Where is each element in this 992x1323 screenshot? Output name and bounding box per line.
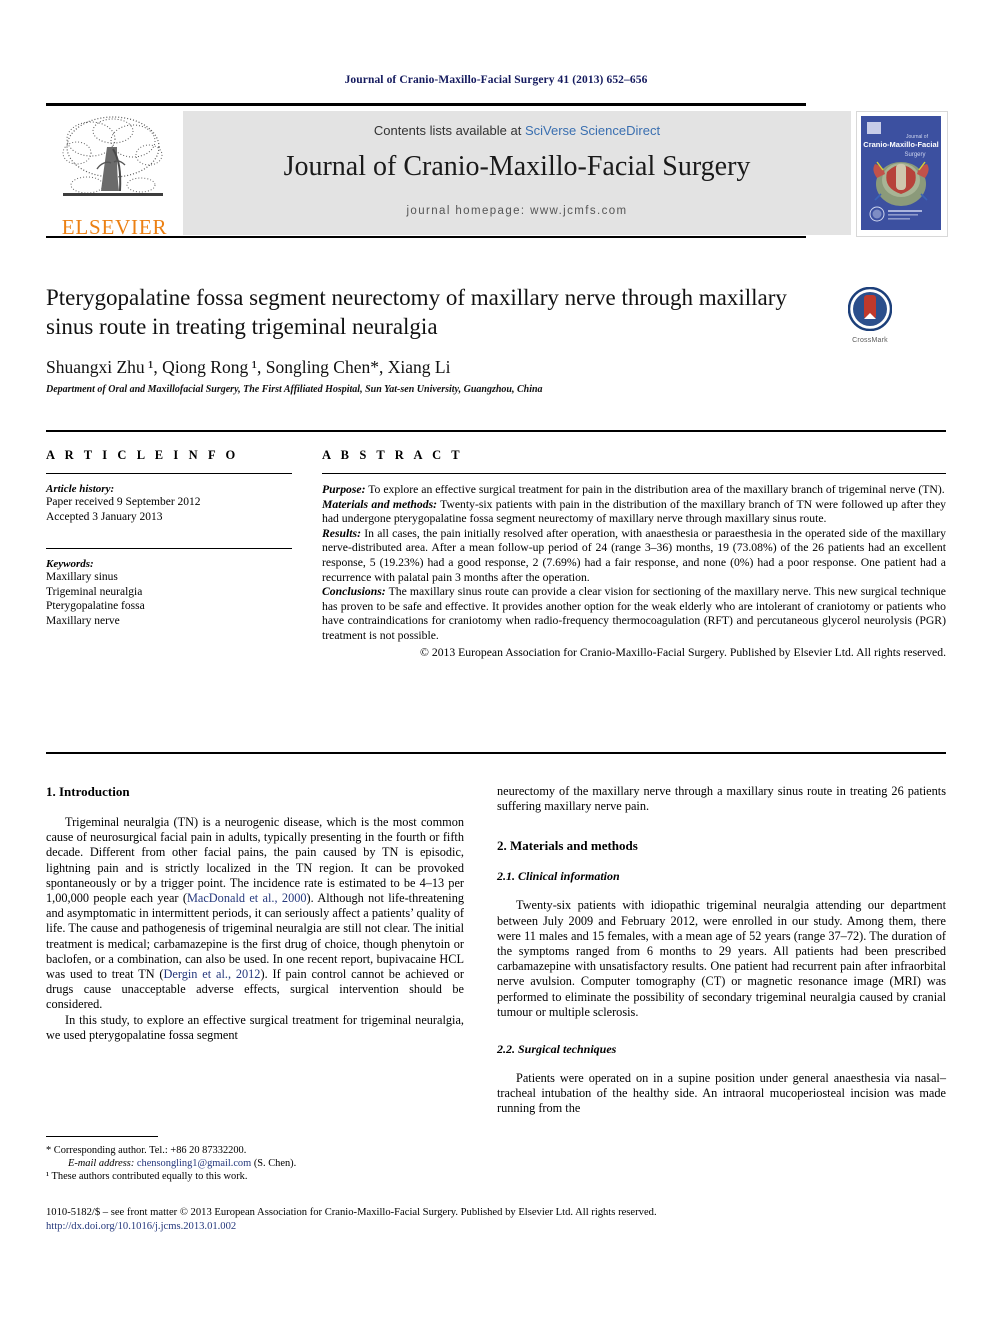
footnote-corresponding-author: * Corresponding author. Tel.: +86 20 873…	[46, 1145, 247, 1156]
paper-page: Journal of Cranio-Maxillo-Facial Surgery…	[0, 0, 992, 1323]
journal-homepage-link[interactable]: journal homepage: www.jcmfs.com	[183, 205, 851, 217]
crossmark-badge[interactable]: CrossMark	[839, 286, 901, 349]
heading-materials-methods: 2. Materials and methods	[497, 838, 638, 854]
body-column-right: neurectomy of the maxillary nerve throug…	[497, 784, 946, 1117]
article-history-label: Article history:	[46, 483, 115, 495]
abstract-block: A B S T R A C T Purpose: To explore an e…	[322, 448, 946, 660]
contents-available-line: Contents lists available at SciVerse Sci…	[183, 123, 851, 138]
keyword-item: Trigeminal neuralgia	[46, 585, 143, 598]
keyword-item: Maxillary sinus	[46, 571, 118, 583]
author-list: Shuangxi Zhu ¹, Qiong Rong ¹, Songling C…	[46, 357, 901, 378]
abstract-copyright: © 2013 European Association for Cranio-M…	[420, 645, 946, 659]
abstract-purpose: Purpose: To explore an effective surgica…	[322, 483, 946, 498]
intro-continuation: neurectomy of the maxillary nerve throug…	[497, 784, 946, 814]
footnote-email: E-mail address: chensongling1@gmail.com …	[46, 1157, 464, 1170]
keyword-item: Maxillary nerve	[46, 614, 120, 627]
heading-introduction: 1. Introduction	[46, 784, 130, 799]
footnote-equal-contribution: ¹ These authors contributed equally to t…	[46, 1171, 248, 1182]
article-info-block: A R T I C L E I N F O Article history: P…	[46, 448, 292, 628]
keywords-label: Keywords:	[46, 558, 94, 570]
intro-paragraph-2: In this study, to explore an effective s…	[46, 1012, 464, 1042]
sciencedirect-link[interactable]: SciVerse ScienceDirect	[525, 123, 660, 138]
footnote-rule	[46, 1136, 158, 1137]
keyword-item: Pterygopalatine fossa	[46, 600, 145, 612]
front-matter-line: 1010-5182/$ – see front matter © 2013 Eu…	[46, 1207, 657, 1218]
abstract-results: Results: In all cases, the pain initiall…	[322, 527, 946, 585]
heading-surgical-techniques: 2.2. Surgical techniques	[497, 1042, 617, 1057]
doi-link[interactable]: http://dx.doi.org/10.1016/j.jcms.2013.01…	[46, 1220, 946, 1234]
abstract-bottom-rule	[46, 752, 946, 754]
abstract-results-label: Results:	[322, 526, 361, 540]
abstract-results-text: In all cases, the pain initially resolve…	[322, 526, 946, 584]
journal-title: Journal of Cranio-Maxillo-Facial Surgery	[283, 151, 751, 182]
bottom-copyright-block: 1010-5182/$ – see front matter © 2013 Eu…	[46, 1206, 946, 1234]
info-divider-2	[46, 548, 292, 549]
masthead-top-rule	[46, 103, 806, 106]
abstract-materials: Materials and methods: Twenty-six patien…	[322, 498, 946, 527]
history-accepted: Accepted 3 January 2013	[46, 510, 163, 523]
authors-text: Shuangxi Zhu ¹, Qiong Rong ¹, Songling C…	[46, 357, 451, 377]
abstract-materials-label: Materials and methods:	[322, 497, 438, 511]
elsevier-logo: ELSEVIER	[46, 111, 181, 239]
abstract-purpose-label: Purpose:	[322, 483, 366, 496]
running-head: Journal of Cranio-Maxillo-Facial Surgery…	[344, 74, 648, 86]
svg-text:Surgery: Surgery	[904, 152, 925, 158]
journal-cover-image: Journal of Cranio-Maxillo-Facial Surgery	[861, 116, 941, 230]
article-info-heading: A R T I C L E I N F O	[46, 448, 239, 462]
citation-dergin[interactable]: Dergin et al., 2012	[164, 967, 261, 981]
masthead-panel: Contents lists available at SciVerse Sci…	[183, 111, 851, 235]
abstract-top-rule	[46, 430, 946, 432]
abstract-conclusions-text: The maxillary sinus route can provide a …	[322, 585, 946, 642]
abstract-conclusions: Conclusions: The maxillary sinus route c…	[322, 585, 946, 643]
footnote-block: * Corresponding author. Tel.: +86 20 873…	[46, 1136, 464, 1183]
body-column-left: 1. Introduction Trigeminal neuralgia (TN…	[46, 784, 464, 1043]
affiliation: Department of Oral and Maxillofacial Sur…	[46, 384, 543, 395]
info-divider-1	[46, 473, 292, 474]
intro-paragraph-1: Trigeminal neuralgia (TN) is a neurogeni…	[46, 815, 464, 1013]
crossmark-icon	[847, 286, 893, 332]
abstract-purpose-text: To explore an effective surgical treatme…	[365, 483, 945, 496]
abstract-divider	[322, 473, 946, 474]
journal-masthead: ELSEVIER Contents lists available at Sci…	[46, 103, 948, 239]
page-title: Pterygopalatine fossa segment neurectomy…	[46, 285, 787, 339]
journal-cover-thumbnail: Journal of Cranio-Maxillo-Facial Surgery	[856, 111, 948, 237]
clinical-information-paragraph: Twenty-six patients with idiopathic trig…	[497, 898, 946, 1019]
history-received: Paper received 9 September 2012	[46, 496, 201, 508]
abstract-heading: A B S T R A C T	[322, 448, 464, 462]
crossmark-label: CrossMark	[852, 337, 888, 344]
abstract-conclusions-label: Conclusions:	[322, 585, 386, 599]
citation-macdonald[interactable]: MacDonald et al., 2000	[187, 891, 307, 905]
email-suffix: (S. Chen).	[251, 1158, 297, 1169]
heading-clinical-information: 2.1. Clinical information	[497, 869, 620, 884]
email-address-label: E-mail address:	[68, 1158, 135, 1169]
email-link[interactable]: chensongling1@gmail.com	[137, 1158, 251, 1169]
surgical-techniques-paragraph: Patients were operated on in a supine po…	[497, 1071, 946, 1116]
title-block: Pterygopalatine fossa segment neurectomy…	[46, 283, 901, 395]
contents-prefix: Contents lists available at	[373, 123, 525, 138]
masthead-bottom-rule	[46, 236, 806, 238]
svg-text:Cranio-Maxillo-Facial: Cranio-Maxillo-Facial	[863, 140, 938, 149]
elsevier-tree-icon	[62, 116, 163, 196]
